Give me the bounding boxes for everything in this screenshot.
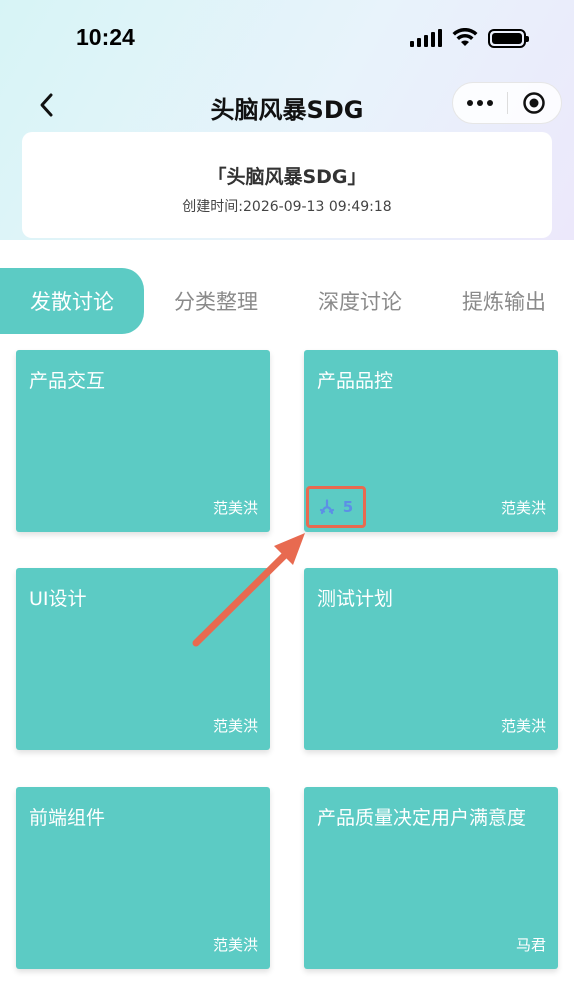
tab-refine-output[interactable]: 提炼输出	[438, 268, 570, 334]
session-created-time: 创建时间:2026-09-13 09:49:18	[182, 199, 392, 215]
idea-author: 范美洪	[212, 717, 258, 735]
battery-icon	[488, 28, 529, 48]
idea-title: 产品交互	[29, 370, 106, 392]
idea-title: 前端组件	[29, 807, 106, 829]
wifi-icon	[452, 28, 478, 46]
close-miniprogram-button[interactable]	[508, 91, 561, 115]
idea-author: 范美洪	[212, 936, 258, 954]
more-icon[interactable]	[453, 100, 507, 106]
idea-author: 范美洪	[500, 499, 546, 517]
idea-author: 马君	[515, 936, 546, 954]
status-icons	[410, 28, 529, 48]
like-badge[interactable]: 5	[306, 486, 366, 528]
session-info-card: 「头脑风暴SDG」 创建时间:2026-09-13 09:49:18	[22, 132, 552, 238]
like-hand-icon	[319, 499, 334, 515]
idea-title: 产品品控	[317, 370, 394, 392]
session-title: 「头脑风暴SDG」	[207, 166, 367, 188]
like-count: 5	[342, 498, 354, 516]
tab-deep-discussion[interactable]: 深度讨论	[294, 268, 426, 334]
idea-card[interactable]: 产品质量决定用户满意度 马君	[304, 787, 558, 969]
status-bar: 10:24	[0, 0, 574, 80]
idea-title: UI设计	[29, 588, 87, 610]
idea-author: 范美洪	[212, 499, 258, 517]
tab-categorize[interactable]: 分类整理	[150, 268, 282, 334]
signal-icon	[410, 29, 442, 47]
idea-title: 产品质量决定用户满意度	[317, 807, 527, 829]
miniprogram-capsule	[452, 82, 562, 124]
idea-card[interactable]: 测试计划 范美洪	[304, 568, 558, 750]
idea-card[interactable]: 前端组件 范美洪	[16, 787, 270, 969]
idea-author: 范美洪	[500, 717, 546, 735]
idea-card[interactable]: 产品交互 范美洪	[16, 350, 270, 532]
idea-card[interactable]: UI设计 范美洪	[16, 568, 270, 750]
idea-card[interactable]: 产品品控 5 范美洪	[304, 350, 558, 532]
tab-divergent-discussion[interactable]: 发散讨论	[0, 268, 144, 334]
phase-tabs: 发散讨论 分类整理 深度讨论 提炼输出	[0, 268, 574, 334]
idea-title: 测试计划	[317, 588, 394, 610]
navigation-bar: 头脑风暴SDG	[0, 80, 574, 130]
target-icon	[523, 92, 546, 114]
status-time: 10:24	[76, 24, 135, 50]
